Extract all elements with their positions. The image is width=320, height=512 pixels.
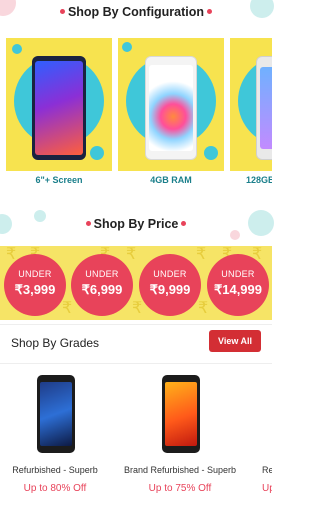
- price-badge-under-14999[interactable]: UNDER ₹14,999: [207, 254, 269, 316]
- smartphone-icon: [145, 56, 197, 160]
- grade-card-offer: Up to 75% Off: [148, 483, 212, 494]
- decor-circle: [122, 42, 132, 52]
- config-card-panel: [230, 38, 272, 171]
- rupee-pattern-icon: ₹: [62, 298, 73, 317]
- decor-circle: [90, 146, 104, 160]
- rupee-pattern-icon: ₹: [196, 246, 207, 263]
- price-badge-amount: ₹3,999: [14, 282, 56, 297]
- rupee-pattern-icon: ₹: [126, 246, 137, 263]
- decor-circle: [230, 230, 240, 240]
- config-card-label: 4GB RAM: [150, 175, 192, 185]
- title-dot-left: [85, 221, 91, 227]
- price-badge-under-3999[interactable]: UNDER ₹3,999: [4, 254, 66, 316]
- smartphone-icon: [256, 56, 272, 160]
- price-badge-prefix: UNDER: [18, 269, 52, 279]
- price-badge-under-9999[interactable]: UNDER ₹9,999: [139, 254, 201, 316]
- price-badge-prefix: UNDER: [221, 269, 255, 279]
- title-dot-right: [207, 9, 213, 15]
- divider: [0, 363, 272, 364]
- grade-card-refurbished-superb[interactable]: Refurbished - Superb Up to 80% Off: [0, 375, 115, 505]
- price-badge-prefix: UNDER: [85, 269, 119, 279]
- grade-card-name: Brand Refurbished - Superb: [123, 465, 237, 475]
- shop-by-price-section: Shop By Price ₹ ₹ ₹ ₹ ₹ ₹ ₹ ₹ ₹ ₹ UNDER …: [0, 204, 274, 324]
- config-card-label: 6"+ Screen: [35, 175, 83, 185]
- rupee-pattern-icon: ₹: [132, 298, 143, 317]
- title-dot-left: [59, 9, 65, 15]
- config-card-label: 128GB: [246, 175, 272, 185]
- config-card-panel: [118, 38, 224, 171]
- smartphone-icon: [37, 375, 75, 453]
- grade-card-offer: Up to 80% Off: [23, 483, 87, 494]
- decor-circle: [12, 44, 22, 54]
- grade-card-partial[interactable]: Re Up: [262, 375, 272, 505]
- config-section-title-text: Shop By Configuration: [67, 5, 205, 19]
- decor-circle: [204, 146, 218, 160]
- config-card-ram[interactable]: 4GB RAM: [118, 38, 224, 188]
- price-badge-band: ₹ ₹ ₹ ₹ ₹ ₹ ₹ ₹ ₹ ₹ UNDER ₹3,999 UNDER ₹…: [0, 246, 272, 320]
- price-badge-amount: ₹9,999: [149, 282, 191, 297]
- grade-card-name: Refurbished - Superb: [12, 465, 98, 475]
- rupee-pattern-icon: ₹: [198, 298, 209, 317]
- price-badge-amount: ₹6,999: [81, 282, 123, 297]
- smartphone-icon: [32, 56, 86, 160]
- shop-by-configuration-section: Shop By Configuration 6"+ Screen 4GB RAM…: [0, 0, 274, 200]
- grade-card-offer: Up: [262, 483, 272, 494]
- grades-section-title: Shop By Grades: [11, 336, 100, 350]
- config-card-screen[interactable]: 6"+ Screen: [6, 38, 112, 188]
- config-card-storage[interactable]: 128GB: [230, 38, 272, 188]
- price-section-title-text: Shop By Price: [93, 217, 179, 231]
- grade-card-name: Re: [262, 465, 272, 475]
- price-section-title: Shop By Price: [0, 217, 272, 231]
- price-badge-under-6999[interactable]: UNDER ₹6,999: [71, 254, 133, 316]
- price-badge-prefix: UNDER: [153, 269, 187, 279]
- config-card-panel: [6, 38, 112, 171]
- shop-by-grades-section: Shop By Grades View All Refurbished - Su…: [0, 324, 272, 512]
- price-badge-amount: ₹14,999: [213, 282, 263, 297]
- config-section-title: Shop By Configuration: [0, 5, 272, 19]
- title-dot-right: [181, 221, 187, 227]
- config-card-row[interactable]: 6"+ Screen 4GB RAM 128GB: [0, 38, 272, 188]
- smartphone-icon: [162, 375, 200, 453]
- grade-card-brand-refurbished-superb[interactable]: Brand Refurbished - Superb Up to 75% Off: [120, 375, 240, 505]
- view-all-button[interactable]: View All: [209, 330, 261, 352]
